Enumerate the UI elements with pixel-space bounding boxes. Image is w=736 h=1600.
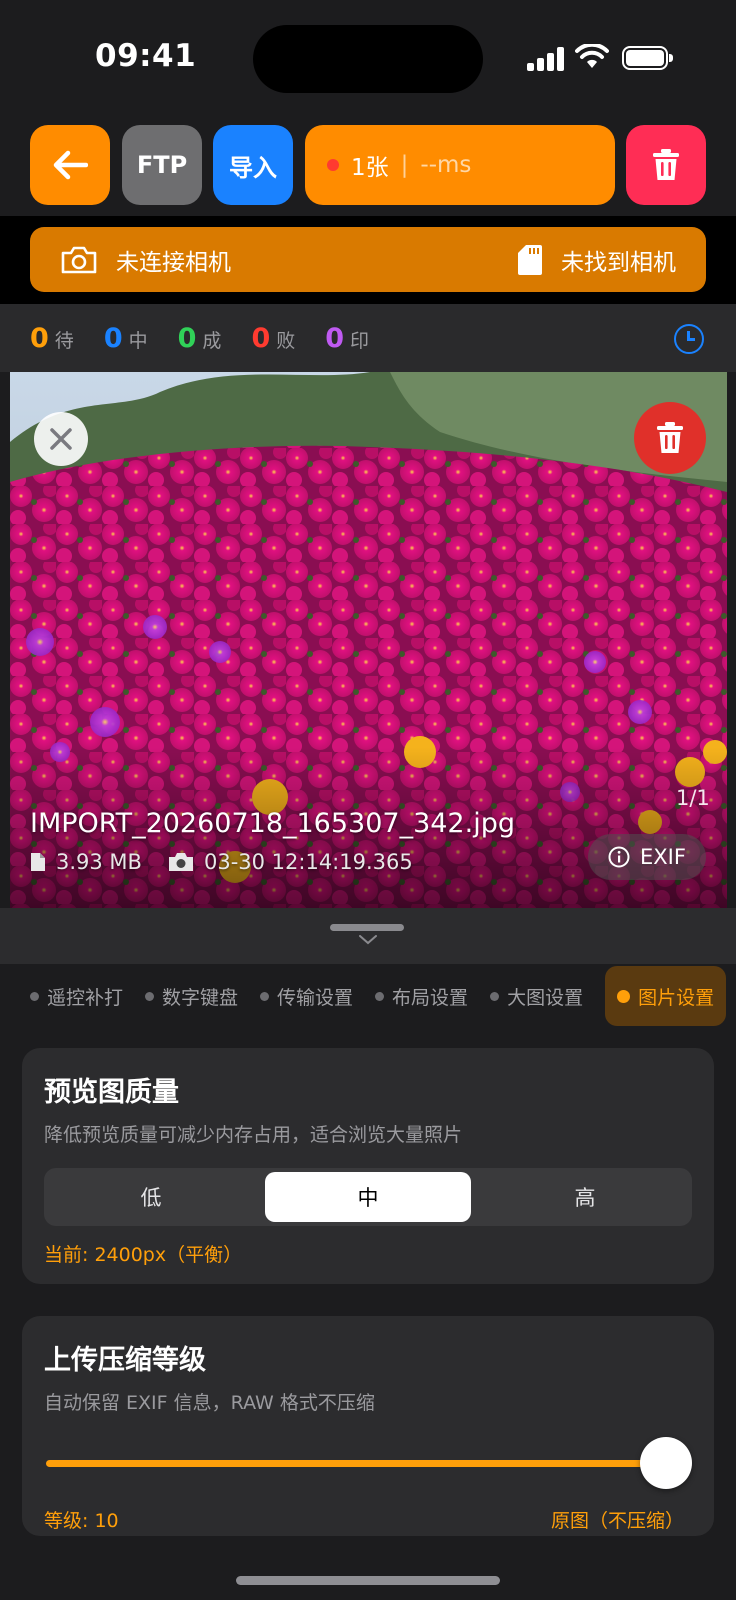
delete-all-button[interactable] xyxy=(626,125,706,205)
trash-icon xyxy=(653,149,679,180)
tab-dot-icon xyxy=(260,991,270,1001)
camera-connection-area: 未连接相机 未找到相机 xyxy=(0,216,736,304)
counter-label: 中 xyxy=(128,329,148,352)
delete-photo-button[interactable] xyxy=(634,402,706,474)
camera-found-text: 未找到相机 xyxy=(561,249,676,276)
home-indicator[interactable] xyxy=(236,1576,500,1585)
photo-meta: 3.93 MB 03-30 12:14:19.365 xyxy=(30,850,413,874)
exif-button[interactable]: EXIF xyxy=(588,834,706,880)
latency-text: --ms xyxy=(420,152,472,178)
compression-slider-thumb[interactable] xyxy=(640,1437,692,1489)
photo-count: 1张 xyxy=(351,155,389,181)
wifi-icon xyxy=(575,44,609,68)
card-title: 上传压缩等级 xyxy=(44,1345,206,1376)
camera-icon xyxy=(61,246,97,273)
card-title: 预览图质量 xyxy=(44,1077,179,1108)
back-button[interactable] xyxy=(30,125,110,205)
card-description: 降低预览质量可减少内存占用，适合浏览大量照片 xyxy=(44,1124,463,1146)
camera-connection-text: 未连接相机 xyxy=(116,249,231,276)
status-time: 09:41 xyxy=(95,38,197,74)
camera-connection-bar[interactable]: 未连接相机 未找到相机 xyxy=(30,227,706,292)
compression-slider-track[interactable] xyxy=(46,1460,658,1467)
tab-dot-icon xyxy=(617,989,631,1003)
counter-success: 0 成 xyxy=(178,323,222,354)
photo-preview[interactable]: 1/1 IMPORT_20260718_165307_342.jpg 3.93 … xyxy=(10,372,727,908)
card-description: 自动保留 EXIF 信息，RAW 格式不压缩 xyxy=(44,1392,375,1414)
counter-label: 败 xyxy=(276,329,296,352)
counter-value: 0 xyxy=(325,322,345,354)
top-toolbar: FTP 导入 1张 | --ms xyxy=(0,118,736,216)
sd-card-icon xyxy=(518,244,542,275)
file-size: 3.93 MB xyxy=(56,850,142,874)
panel-drag-area[interactable] xyxy=(0,908,736,964)
cellular-signal-icon xyxy=(527,47,567,71)
tab-label: 数字键盘 xyxy=(162,986,239,1009)
compression-level-label: 等级: 10 xyxy=(44,1510,119,1532)
tab-label: 布局设置 xyxy=(392,986,469,1009)
compression-level-description: 原图（不压缩） xyxy=(550,1510,684,1532)
current-quality-note: 当前: 2400px（平衡） xyxy=(44,1244,243,1266)
counter-failed: 0 败 xyxy=(251,323,295,354)
counter-label: 成 xyxy=(202,329,222,352)
file-icon xyxy=(31,853,45,871)
counter-printed: 0 印 xyxy=(325,323,369,354)
counter-value: 0 xyxy=(103,322,123,354)
capture-time: 03-30 12:14:19.365 xyxy=(203,850,413,874)
tab-layout-settings[interactable]: 布局设置 xyxy=(375,983,468,1010)
camera-icon xyxy=(168,853,193,871)
info-icon xyxy=(608,846,630,868)
counter-value: 0 xyxy=(30,322,49,354)
photo-position: 1/1 xyxy=(676,786,710,810)
tab-label: 遥控补打 xyxy=(47,986,124,1009)
preview-quality-card: 预览图质量 降低预览质量可减少内存占用，适合浏览大量照片 低 中 高 当前: 2… xyxy=(22,1048,714,1284)
tab-dot-icon xyxy=(30,991,39,1001)
settings-tabs: 遥控补打 数字键盘 传输设置 布局设置 大图设置 图片设置 xyxy=(0,964,736,1028)
counter-in-progress: 0 中 xyxy=(104,323,148,354)
quality-option-medium[interactable]: 中 xyxy=(265,1172,471,1222)
ftp-button[interactable]: FTP xyxy=(122,125,202,205)
tab-dot-icon xyxy=(145,991,155,1001)
quality-option-high[interactable]: 高 xyxy=(482,1172,688,1222)
queue-counters: 0 待 0 中 0 成 0 败 0 印 xyxy=(0,304,736,372)
history-clock-icon[interactable] xyxy=(674,324,704,354)
close-icon xyxy=(50,428,72,450)
battery-icon xyxy=(622,46,673,70)
tab-numpad[interactable]: 数字键盘 xyxy=(145,983,238,1010)
tab-label: 大图设置 xyxy=(507,986,584,1009)
counter-label: 待 xyxy=(54,329,74,352)
drag-handle[interactable] xyxy=(330,924,404,931)
counter-value: 0 xyxy=(177,322,197,354)
photo-filename: IMPORT_20260718_165307_342.jpg xyxy=(30,808,515,839)
chevron-down-icon[interactable] xyxy=(359,935,377,945)
counter-pending: 0 待 xyxy=(30,323,74,354)
arrow-left-icon xyxy=(53,150,88,180)
close-preview-button[interactable] xyxy=(34,412,88,466)
tab-large-image-settings[interactable]: 大图设置 xyxy=(490,983,583,1010)
counter-value: 0 xyxy=(251,322,271,354)
tab-image-settings[interactable]: 图片设置 xyxy=(605,966,727,1026)
quality-segmented-control: 低 中 高 xyxy=(44,1168,692,1226)
quality-option-low[interactable]: 低 xyxy=(48,1172,254,1222)
dynamic-island xyxy=(253,25,483,93)
tab-dot-icon xyxy=(490,991,500,1001)
tab-label: 图片设置 xyxy=(638,986,715,1009)
tab-transfer-settings[interactable]: 传输设置 xyxy=(260,983,353,1010)
bottom-safe-area xyxy=(0,1536,736,1600)
trash-icon xyxy=(657,422,683,453)
tab-remote-reprint[interactable]: 遥控补打 xyxy=(30,983,123,1010)
exif-label: EXIF xyxy=(640,845,686,869)
status-separator: | xyxy=(400,152,409,178)
transfer-status-button[interactable]: 1张 | --ms xyxy=(305,125,615,205)
upload-compression-card: 上传压缩等级 自动保留 EXIF 信息，RAW 格式不压缩 等级: 10 原图（… xyxy=(22,1316,714,1536)
import-button[interactable]: 导入 xyxy=(213,125,293,205)
tab-label: 传输设置 xyxy=(277,986,354,1009)
tab-dot-icon xyxy=(375,991,385,1001)
status-dot-icon xyxy=(327,159,339,171)
counter-label: 印 xyxy=(350,329,370,352)
status-bar: 09:41 xyxy=(0,0,736,118)
